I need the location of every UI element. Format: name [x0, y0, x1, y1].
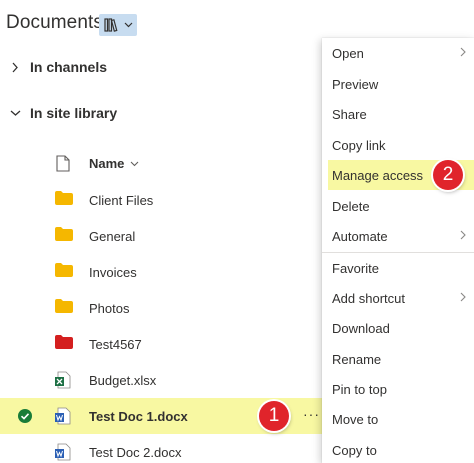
list-item[interactable]: Test4567	[0, 326, 330, 362]
step-badge-2: 2	[433, 160, 463, 190]
chevron-down-icon	[10, 110, 20, 116]
menu-item-label: Preview	[332, 76, 379, 92]
menu-item-label: Rename	[332, 351, 382, 367]
list-item[interactable]: Invoices	[0, 254, 330, 290]
list-item[interactable]: Photos	[0, 290, 330, 326]
selected-check-icon[interactable]	[17, 408, 33, 424]
item-name[interactable]: Client Files	[89, 193, 153, 208]
chevron-right-icon	[460, 230, 466, 240]
chevron-down-icon	[124, 22, 132, 28]
item-name[interactable]: Invoices	[89, 265, 137, 280]
menu-item-move-to[interactable]: Move to	[322, 404, 474, 434]
folder-icon	[55, 263, 73, 277]
menu-item-automate[interactable]: Automate	[322, 221, 474, 251]
menu-item-copy-link[interactable]: Copy link	[322, 130, 474, 160]
menu-item-label: Add shortcut	[332, 290, 405, 306]
chevron-right-icon	[12, 62, 18, 72]
menu-item-label: Copy to	[332, 442, 377, 458]
group-in-channels[interactable]: In channels	[0, 54, 107, 80]
more-actions-button[interactable]: ···	[303, 406, 320, 422]
menu-item-rename[interactable]: Rename	[322, 344, 474, 374]
name-column-header[interactable]: Name	[89, 156, 139, 171]
list-item[interactable]: Budget.xlsx	[0, 362, 330, 398]
item-name[interactable]: Test Doc 2.docx	[89, 445, 182, 460]
step-badge-1: 1	[259, 401, 289, 431]
folder-icon	[55, 227, 73, 241]
menu-item-download[interactable]: Download	[322, 313, 474, 343]
menu-item-preview[interactable]: Preview	[322, 69, 474, 99]
item-name[interactable]: Test Doc 1.docx	[89, 409, 188, 424]
menu-item-open[interactable]: Open	[322, 38, 474, 68]
item-name[interactable]: Photos	[89, 301, 129, 316]
menu-item-label: Share	[332, 106, 367, 122]
view-switcher-button[interactable]	[99, 14, 137, 36]
item-name[interactable]: Test4567	[89, 337, 142, 352]
menu-item-label: Manage access	[332, 167, 424, 183]
column-header: Name	[0, 150, 330, 178]
menu-item-delete[interactable]: Delete	[322, 191, 474, 221]
folder-icon	[55, 191, 73, 205]
menu-item-label: Move to	[332, 411, 379, 427]
list-item[interactable]: Test Doc 2.docx	[0, 434, 330, 463]
chevron-right-icon	[460, 47, 466, 57]
menu-item-label: Open	[332, 45, 364, 61]
item-name[interactable]: Budget.xlsx	[89, 373, 156, 388]
file-type-icon[interactable]	[56, 155, 70, 172]
menu-item-copy-to[interactable]: Copy to	[322, 435, 474, 463]
chevron-down-icon	[131, 161, 139, 166]
name-column-label: Name	[89, 156, 125, 171]
menu-item-add-shortcut[interactable]: Add shortcut	[322, 283, 474, 313]
group-in-site-library[interactable]: In site library	[0, 100, 117, 126]
word-file-icon	[55, 443, 71, 461]
folder-red-icon	[55, 335, 73, 349]
library-view-icon	[103, 18, 117, 32]
menu-item-label: Automate	[332, 228, 388, 244]
chevron-right-icon	[460, 292, 466, 302]
excel-file-icon	[55, 371, 71, 389]
word-file-icon	[55, 407, 71, 425]
list-item[interactable]: Client Files	[0, 182, 330, 218]
menu-item-label: Favorite	[332, 260, 379, 276]
context-menu: Open Preview Share Copy link Manage acce…	[322, 38, 474, 463]
list-item[interactable]: General	[0, 218, 330, 254]
menu-item-label: Copy link	[332, 137, 386, 153]
menu-item-label: Pin to top	[332, 381, 387, 397]
menu-item-label: Delete	[332, 198, 370, 214]
menu-item-pin-to-top[interactable]: Pin to top	[322, 374, 474, 404]
page-title: Documents	[6, 12, 103, 33]
group-label: In channels	[30, 59, 108, 75]
menu-item-share[interactable]: Share	[322, 99, 474, 129]
menu-item-favorite[interactable]: Favorite	[322, 253, 474, 283]
folder-icon	[55, 299, 73, 313]
menu-item-label: Download	[332, 320, 390, 336]
item-name[interactable]: General	[89, 229, 135, 244]
group-label: In site library	[30, 105, 118, 121]
